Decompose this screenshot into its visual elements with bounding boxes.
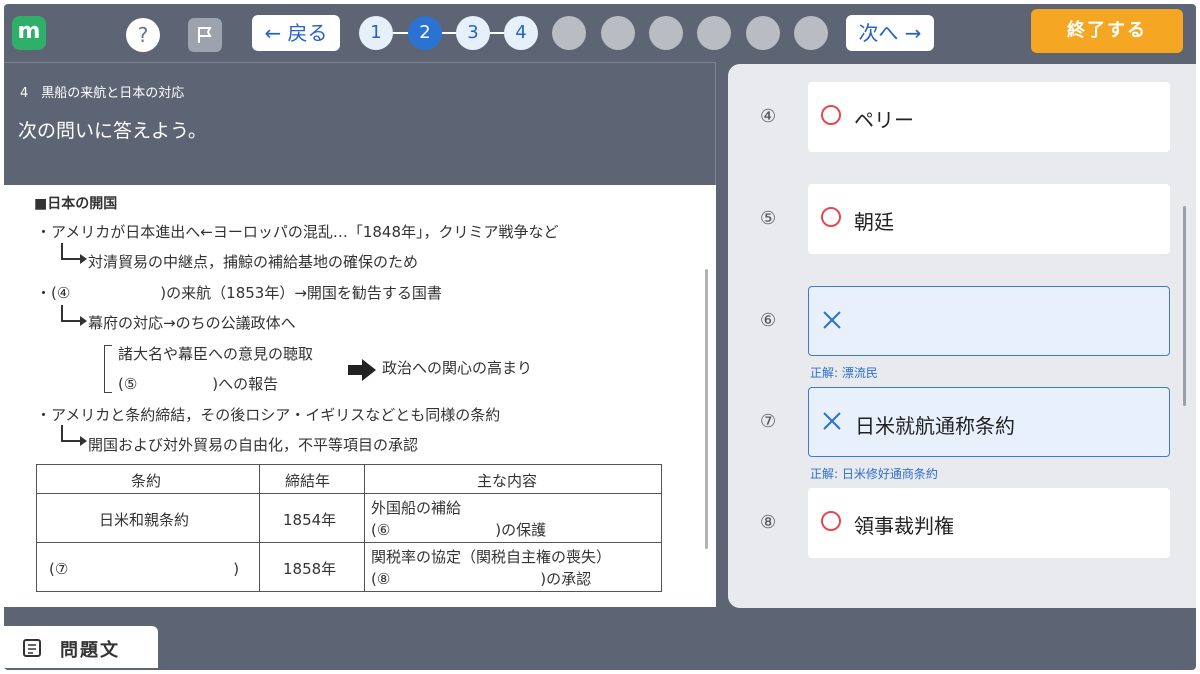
wrong-cross-icon: [823, 412, 841, 430]
table-divider: [259, 465, 260, 591]
tab-label: 問題文: [60, 640, 120, 661]
table-header: 締結年: [285, 472, 331, 490]
treaty-table: 条約 締結年 主な内容 日米和親条約 1854年 外国船の補給 (⑥ )の保護 …: [36, 464, 662, 592]
step-3[interactable]: 3: [456, 16, 490, 50]
step-10[interactable]: [794, 16, 828, 50]
answer-box-4[interactable]: ペリー: [808, 82, 1170, 152]
correct-circle-icon: [821, 207, 841, 227]
step-4[interactable]: 4: [504, 16, 538, 50]
step-6[interactable]: [601, 16, 635, 50]
step-9[interactable]: [746, 16, 780, 50]
answer-text: 領事裁判権: [854, 514, 954, 538]
document-scrollbar[interactable]: [705, 269, 708, 549]
doc-line: 対清貿易の中継点，捕鯨の補給基地の確保のため: [88, 253, 419, 271]
answer-text: 日米就航通称条約: [855, 414, 1015, 438]
answer-box-5[interactable]: 朝廷: [808, 184, 1170, 254]
app-logo: m: [12, 16, 46, 50]
arrow-icon: [61, 243, 87, 264]
table-cell: 外国船の補給: [371, 499, 462, 517]
table-cell: 関税率の協定（関税自主権の喪失）: [371, 548, 612, 566]
table-cell: 日米和親条約: [99, 511, 190, 529]
step-connector: [393, 32, 409, 34]
answer-text: 朝廷: [854, 210, 894, 234]
flag-button[interactable]: [188, 18, 222, 52]
next-button[interactable]: 次へ →: [846, 15, 934, 51]
correct-circle-icon: [821, 105, 841, 125]
answer-box-7[interactable]: 日米就航通称条約: [808, 387, 1170, 457]
arrow-icon: [61, 425, 87, 446]
doc-line: ・アメリカが日本進出へ←ヨーロッパの混乱…「1848年」，クリミア戦争など: [36, 223, 559, 241]
flag-icon: [198, 27, 212, 43]
answer-box-6[interactable]: [808, 286, 1170, 356]
doc-heading: ■日本の開国: [34, 196, 118, 212]
table-cell: (⑥ )の保護: [371, 521, 547, 539]
doc-line: 諸大名や幕臣への意見の聴取: [118, 345, 314, 363]
doc-line: ・アメリカと条約締結，その後ロシア・イギリスなどとも同様の条約: [36, 406, 501, 424]
answer-label: ⑥: [760, 310, 777, 331]
step-7[interactable]: [649, 16, 683, 50]
answer-label: ⑧: [760, 512, 777, 533]
help-button[interactable]: ?: [126, 18, 160, 52]
correct-answer-note: 正解: 日米修好通商条約: [810, 467, 938, 481]
question-prompt: 次の問いに答えよう。: [18, 120, 207, 142]
step-8[interactable]: [697, 16, 731, 50]
doc-line: 開国および対外貿易の自由化，不平等項目の承認: [88, 436, 419, 454]
doc-line: (⑤ )への報告: [118, 375, 279, 393]
answer-text: ペリー: [854, 108, 914, 132]
table-divider: [37, 542, 661, 543]
table-header: 条約: [131, 472, 162, 490]
correct-answer-note: 正解: 漂流民: [810, 366, 878, 380]
step-5[interactable]: [552, 16, 586, 50]
doc-line: ・(④ )の来航（1853年）→開国を勧告する国書: [36, 284, 442, 302]
answer-panel: ④ ペリー ⑤ 朝廷 ⑥ 正解: 漂流民 ⑦ 日米就航通称条約 正解: 日米修好…: [728, 64, 1196, 608]
table-cell: (⑦ ): [49, 560, 240, 578]
doc-line: 幕府の対応→のちの公議政体へ: [88, 314, 296, 332]
document-icon: [23, 639, 41, 657]
answer-label: ⑤: [760, 208, 777, 229]
table-cell: 1858年: [283, 560, 337, 578]
table-cell: (⑧ )の承認: [371, 570, 592, 588]
app-frame: m ? ← 戻る 1 2 3 4 次へ → 終了する 4 黒船の来航と日本の対応…: [4, 4, 1196, 670]
table-divider: [37, 493, 661, 494]
question-number-title: 4 黒船の来航と日本の対応: [20, 86, 185, 101]
arrow-icon: [61, 305, 87, 326]
back-button[interactable]: ← 戻る: [252, 15, 340, 51]
table-divider: [364, 465, 365, 591]
finish-button[interactable]: 終了する: [1031, 9, 1183, 53]
answer-scrollbar[interactable]: [1183, 206, 1186, 406]
doc-line: 政治への関心の高まり: [382, 359, 533, 377]
bold-arrow-icon: [348, 359, 376, 381]
bracket: [104, 345, 112, 393]
answer-box-8[interactable]: 領事裁判権: [808, 488, 1170, 558]
table-header: 主な内容: [477, 472, 538, 490]
correct-circle-icon: [821, 511, 841, 531]
table-cell: 1854年: [283, 511, 337, 529]
step-1[interactable]: 1: [359, 16, 393, 50]
step-2[interactable]: 2: [408, 16, 442, 50]
wrong-cross-icon: [823, 311, 841, 329]
question-document: ■日本の開国 ・アメリカが日本進出へ←ヨーロッパの混乱…「1848年」，クリミア…: [4, 185, 716, 607]
answer-label: ⑦: [760, 411, 777, 432]
question-text-tab[interactable]: 問題文: [4, 626, 158, 668]
answer-label: ④: [760, 106, 777, 127]
